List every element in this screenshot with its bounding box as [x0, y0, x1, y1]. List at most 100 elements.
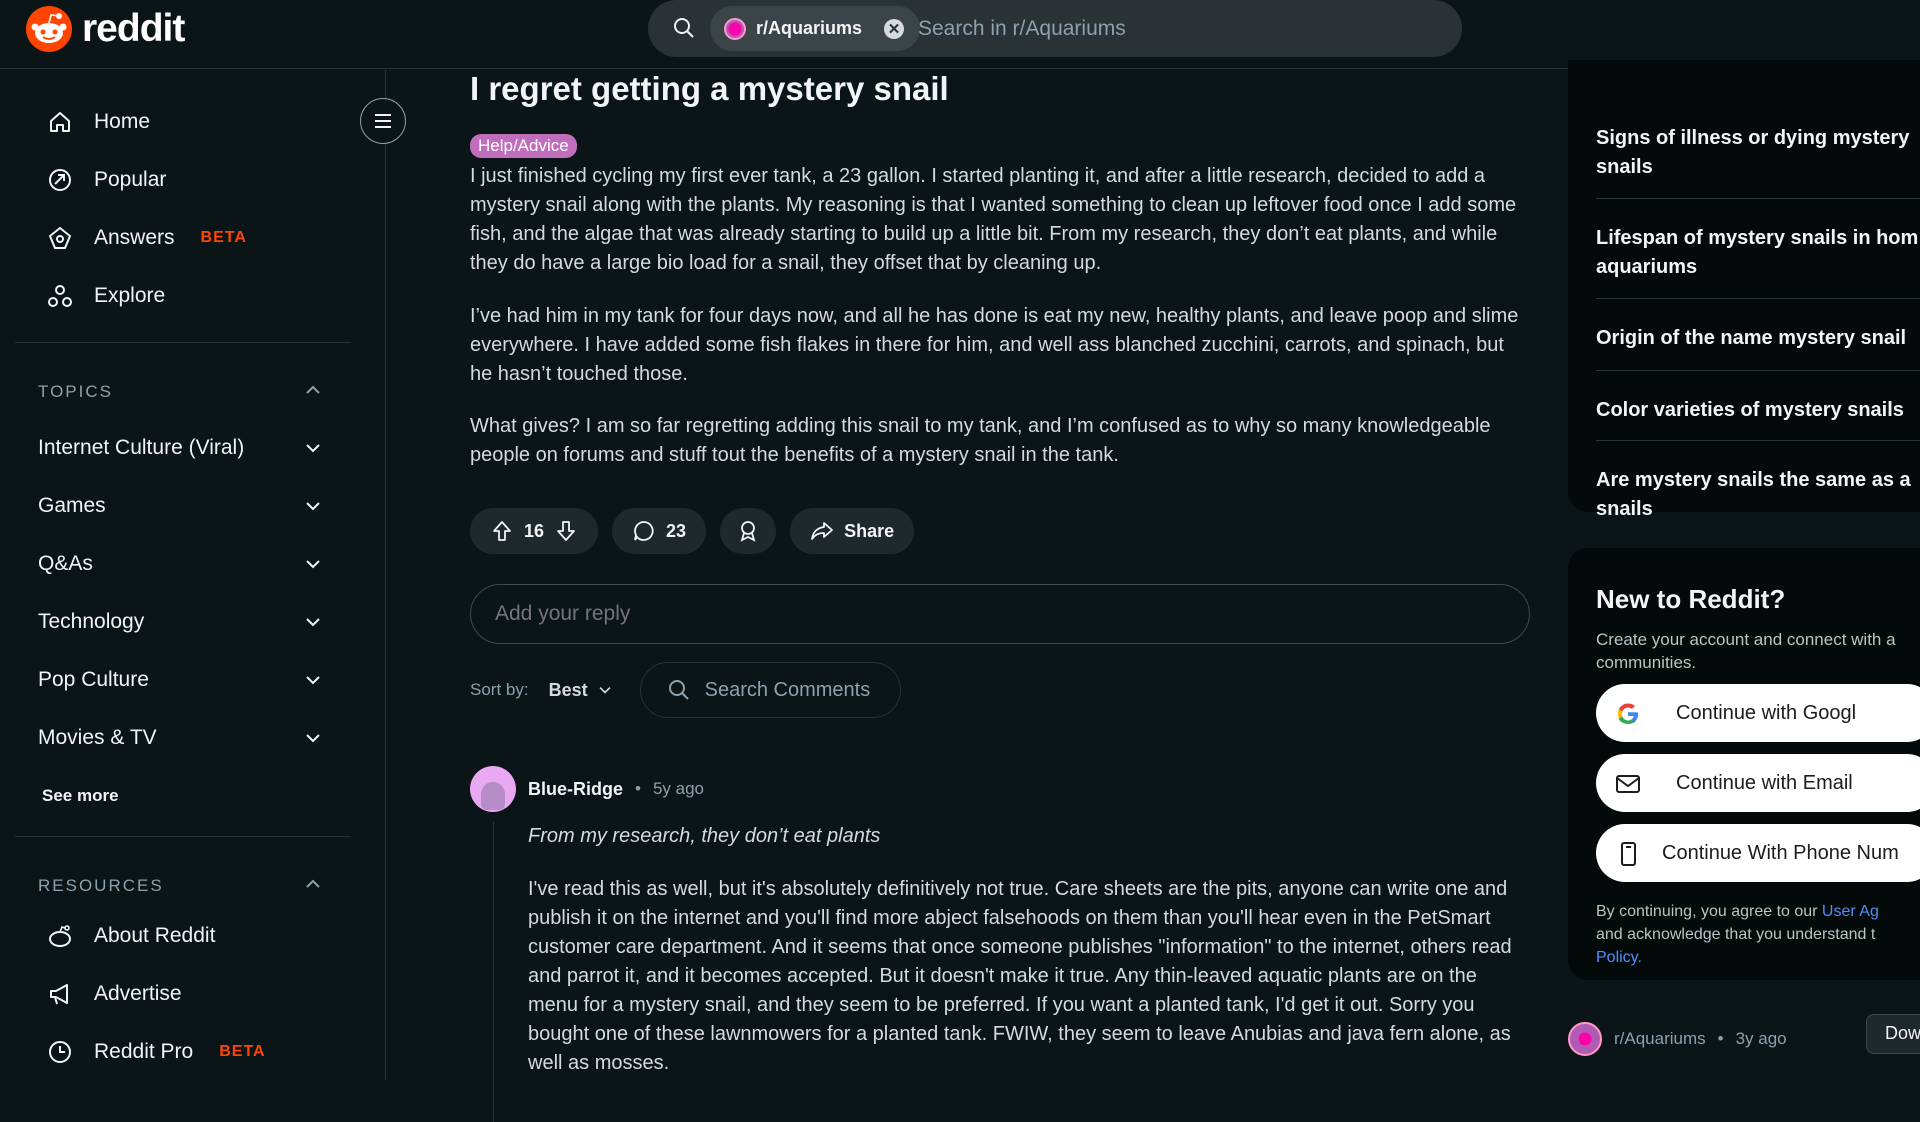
chevron-down-icon	[306, 676, 320, 685]
comment-timestamp: 5y ago	[652, 779, 705, 798]
comment-toolbar: Sort by: Best Search Comments	[470, 662, 902, 718]
thread-line[interactable]	[493, 822, 494, 1122]
privacy-policy-link[interactable]: Policy.	[1596, 946, 1920, 969]
clear-chip-icon[interactable]: ✕	[884, 18, 905, 39]
chevron-down-icon	[599, 686, 611, 694]
chevron-down-icon	[306, 560, 320, 569]
related-question-line: Signs of illness or dying mystery	[1596, 127, 1910, 149]
separator-dot: •	[635, 779, 641, 798]
award-icon	[740, 521, 756, 542]
related-question-line: snails	[1596, 498, 1653, 520]
sort-label: Sort by:	[470, 680, 529, 699]
sidebar-item-label: Popular	[94, 168, 167, 191]
subreddit-avatar-icon	[1568, 1022, 1602, 1056]
chevron-down-icon	[306, 618, 320, 627]
related-question[interactable]: Are mystery snails the same as a snails	[1596, 466, 1920, 524]
post-paragraph: What gives? I am so far regretting addin…	[470, 415, 1491, 466]
topic-item[interactable]: Technology	[38, 610, 324, 634]
right-sidebar: Signs of illness or dying mystery snails…	[1568, 60, 1920, 1080]
continue-phone-label: Continue With Phone Num	[1662, 841, 1899, 864]
downvote-icon[interactable]	[554, 519, 578, 543]
email-icon	[1616, 775, 1640, 793]
chevron-up-icon[interactable]	[302, 873, 324, 895]
chevron-up-icon[interactable]	[302, 379, 324, 401]
related-question[interactable]: Lifespan of mystery snails in hom aquari…	[1596, 224, 1920, 282]
topic-label: Internet Culture (Viral)	[38, 436, 245, 459]
answers-icon	[48, 226, 72, 249]
continue-google-button[interactable]: Continue with Googl	[1596, 684, 1920, 742]
comment-quote: From my research, they don’t eat plants	[528, 825, 881, 847]
related-question-line: aquariums	[1596, 256, 1698, 278]
post-flair[interactable]: Help/Advice	[470, 134, 577, 158]
divider	[1596, 198, 1920, 199]
divider	[1596, 298, 1920, 299]
menu-icon	[375, 114, 391, 128]
resources-heading: RESOURCES	[38, 876, 164, 895]
related-question[interactable]: Signs of illness or dying mystery snails	[1596, 124, 1920, 182]
sidebar-item-about-reddit[interactable]: About Reddit	[46, 922, 215, 950]
explore-icon	[48, 285, 72, 307]
subreddit-search-chip[interactable]: r/Aquariums ✕	[710, 6, 921, 51]
search-icon	[668, 680, 689, 700]
search-input[interactable]	[918, 0, 1438, 57]
sidebar-item-label: Answers	[94, 226, 175, 249]
award-button[interactable]	[720, 508, 777, 554]
terms-text: By continuing, you agree to our User Ag …	[1596, 900, 1920, 969]
community-preview[interactable]: r/Aquariums • 3y ago	[1568, 1022, 1787, 1056]
comment-author[interactable]: Blue-Ridge	[528, 779, 623, 800]
subtitle-line: Create your account and connect with a	[1596, 630, 1896, 649]
topic-item[interactable]: Q&As	[38, 552, 324, 576]
topic-item[interactable]: Internet Culture (Viral)	[38, 436, 324, 460]
continue-email-button[interactable]: Continue with Email	[1596, 754, 1920, 812]
separator-dot: •	[1717, 1029, 1724, 1048]
sidebar-item-reddit-pro[interactable]: Reddit Pro BETA	[46, 1038, 266, 1066]
upvote-icon[interactable]	[490, 519, 514, 543]
topic-item[interactable]: Games	[38, 494, 324, 518]
community-name[interactable]: r/Aquariums	[1614, 1029, 1706, 1049]
reply-input[interactable]	[470, 584, 1530, 644]
share-button[interactable]: Share	[790, 508, 915, 554]
sort-dropdown[interactable]: Best	[549, 680, 614, 701]
sidebar-item-label: Home	[94, 110, 151, 133]
related-questions-card: Signs of illness or dying mystery snails…	[1568, 60, 1920, 520]
topic-label: Movies & TV	[38, 726, 157, 749]
topic-item[interactable]: Pop Culture	[38, 668, 324, 692]
download-button[interactable]: Dow	[1866, 1014, 1920, 1054]
post-main: I regret getting a mystery snail Help/Ad…	[470, 70, 1540, 1122]
sidebar-item-answers[interactable]: Answers BETA	[46, 224, 247, 252]
divider	[1596, 370, 1920, 371]
subreddit-avatar-icon	[724, 17, 746, 40]
avatar[interactable]	[470, 766, 516, 812]
topics-heading: TOPICS	[38, 382, 113, 401]
beta-badge: BETA	[219, 1043, 266, 1060]
reddit-logo[interactable]: reddit	[26, 6, 185, 52]
topic-label: Technology	[38, 610, 145, 633]
continue-phone-button[interactable]: Continue With Phone Num	[1596, 824, 1920, 882]
related-question[interactable]: Origin of the name mystery snail	[1596, 324, 1920, 353]
new-to-reddit-subtitle: Create your account and connect with a c…	[1596, 628, 1920, 674]
see-more-button[interactable]: See more	[42, 786, 119, 806]
share-icon	[811, 522, 833, 540]
sidebar-item-advertise[interactable]: Advertise	[46, 980, 182, 1008]
sidebar-item-popular[interactable]: Popular	[46, 166, 166, 194]
related-question-line: snails	[1596, 156, 1653, 178]
top-bar: reddit r/Aquariums ✕	[0, 0, 1920, 69]
search-bar[interactable]: r/Aquariums ✕	[648, 0, 1462, 57]
sidebar-item-home[interactable]: Home	[46, 108, 150, 136]
collapse-sidebar-button[interactable]	[360, 98, 406, 144]
search-comments-button[interactable]: Search Comments	[639, 662, 902, 718]
share-label: Share	[844, 520, 895, 541]
sidebar-item-label: About Reddit	[94, 924, 216, 947]
related-question-line: Lifespan of mystery snails in hom	[1596, 227, 1919, 249]
comments-button[interactable]: 23	[612, 508, 707, 554]
comment-header: Blue-Ridge • 5y ago	[470, 766, 704, 812]
divider	[15, 342, 351, 343]
user-agreement-link[interactable]: User Ag	[1822, 903, 1879, 920]
related-question-line: Color varieties of mystery snails	[1596, 399, 1904, 421]
topic-item[interactable]: Movies & TV	[38, 726, 324, 750]
related-question[interactable]: Color varieties of mystery snails	[1596, 396, 1920, 425]
left-sidebar: Home Popular Answers BETA Explore TOPICS…	[0, 70, 386, 1080]
home-icon	[50, 112, 70, 132]
chevron-down-icon	[306, 444, 320, 453]
sidebar-item-explore[interactable]: Explore	[46, 282, 165, 310]
